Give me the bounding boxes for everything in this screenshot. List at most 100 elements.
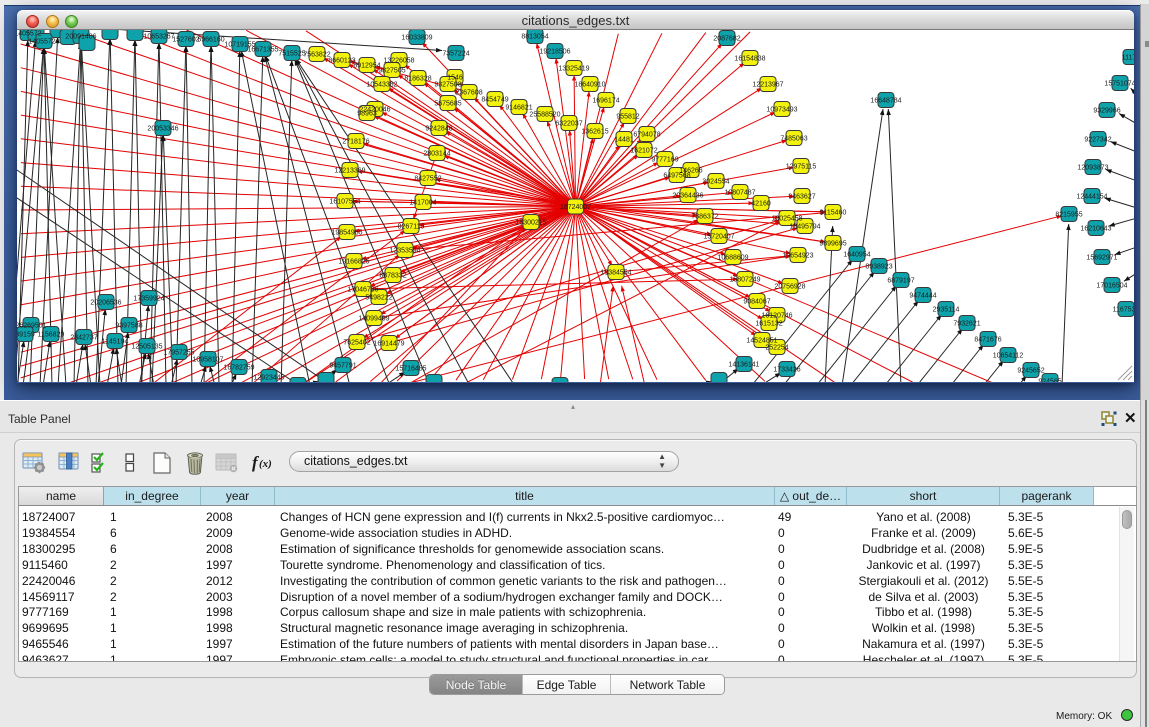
svg-text:2367608: 2367608 [455,90,482,97]
svg-text:25588520: 25588520 [529,112,560,119]
svg-text:18724007: 18724007 [560,204,591,211]
svg-text:2718176: 2718176 [342,139,369,146]
svg-text:9329966: 9329966 [1093,108,1120,115]
svg-text:5498222: 5498222 [365,295,392,302]
svg-text:8215955: 8215955 [1055,212,1082,219]
svg-text:7932621: 7932621 [953,321,980,328]
svg-text:8471676: 8471676 [974,337,1001,344]
svg-text:3024554: 3024554 [702,179,729,186]
svg-text:14524851: 14524851 [746,338,777,345]
svg-text:16671355: 16671355 [247,47,278,54]
svg-text:20364436: 20364436 [672,193,703,200]
svg-text:20206536: 20206536 [90,300,121,307]
svg-text:9115460: 9115460 [820,210,847,217]
svg-text:6966160: 6966160 [197,37,224,44]
svg-text:12505135: 12505135 [131,344,162,351]
svg-text:16107554: 16107554 [329,199,360,206]
svg-text:12353594: 12353594 [389,248,420,255]
svg-text:10807487: 10807487 [724,190,755,197]
svg-text:15751074: 15751074 [1104,81,1134,88]
svg-text:1615132: 1615132 [755,321,782,328]
svg-text:2803144: 2803144 [423,151,450,158]
svg-text:16914479: 16914479 [373,341,404,348]
svg-text:18495794: 18495794 [789,224,820,231]
svg-text:14099469: 14099469 [358,316,389,323]
svg-text:7515525: 7515525 [278,51,305,58]
svg-text:1405572: 1405572 [17,31,42,38]
svg-text:252254: 252254 [765,345,788,352]
svg-text:8186328: 8186328 [404,76,431,83]
svg-text:14055724: 14055724 [28,39,59,46]
svg-text:19218506: 19218506 [539,49,570,56]
svg-text:9227342: 9227342 [1084,137,1111,144]
svg-text:9827505: 9827505 [378,68,405,75]
svg-text:19654923: 19654923 [782,253,813,260]
svg-text:12093873: 12093873 [1077,165,1108,172]
svg-text:10958107: 10958107 [192,357,223,364]
svg-text:9242848: 9242848 [425,126,452,133]
svg-text:13226058: 13226058 [383,58,414,65]
svg-text:9777169: 9777169 [651,157,678,164]
svg-text:17016504: 17016504 [1096,283,1127,290]
svg-text:8813054: 8813054 [521,34,548,41]
svg-text:1417004: 1417004 [409,200,436,207]
svg-text:1733426: 1733426 [773,367,800,374]
svg-text:16782759: 16782759 [223,365,254,372]
svg-text:(x): (x) [259,458,272,470]
svg-text:19854985: 19854985 [331,230,362,237]
svg-text:17957255: 17957255 [163,350,194,357]
svg-text:8454749: 8454749 [481,97,508,104]
svg-text:7357224: 7357224 [442,51,469,58]
svg-text:10653267: 10653267 [143,34,174,41]
svg-text:8912954: 8912954 [353,63,380,70]
svg-text:19384554: 19384554 [600,270,631,277]
svg-text:15300215: 15300215 [515,220,546,227]
svg-text:1527602: 1527602 [172,37,199,44]
svg-text:10654112: 10654112 [993,353,1024,360]
svg-text:7563822: 7563822 [303,52,330,59]
svg-text:10025458: 10025458 [771,216,802,223]
svg-text:16210643: 16210643 [1080,226,1111,233]
svg-text:15716485: 15716485 [395,366,426,373]
svg-text:9899695: 9899695 [819,241,846,248]
svg-text:12444154: 12444154 [1076,194,1107,201]
svg-text:9245652: 9245652 [1017,368,1044,375]
svg-text:42160: 42160 [751,201,771,208]
svg-text:11171: 11171 [1122,55,1134,62]
svg-text:98963: 98963 [357,111,377,118]
svg-text:8267110: 8267110 [398,224,425,231]
svg-text:1362615: 1362615 [581,129,608,136]
svg-text:5675685: 5675685 [434,101,461,108]
svg-text:9463627: 9463627 [788,194,815,201]
svg-text:9146821: 9146821 [505,105,532,112]
svg-text:1640954: 1640954 [843,252,870,259]
svg-text:19166825: 19166825 [338,259,369,266]
svg-text:12213967: 12213967 [752,82,783,89]
svg-text:9084067: 9084067 [743,299,770,306]
svg-text:16120746: 16120746 [761,313,792,320]
svg-text:26269501: 26269501 [17,323,47,330]
svg-text:8878332: 8878332 [379,273,406,280]
svg-text:955812: 955812 [616,114,639,121]
svg-text:20053346: 20053346 [147,126,178,133]
svg-text:15807249: 15807249 [729,277,760,284]
svg-text:6879197: 6879197 [887,278,914,285]
svg-text:7625402: 7625402 [343,340,370,347]
svg-text:2342737: 2342737 [70,335,97,342]
svg-text:16033809: 16033809 [401,35,432,42]
svg-text:6794078: 6794078 [633,132,660,139]
svg-text:16648784: 16648784 [870,98,901,105]
svg-text:12923445: 12923445 [253,375,284,382]
svg-text:2935114: 2935114 [933,307,960,314]
svg-text:7485063: 7485063 [780,136,807,143]
svg-text:1156829: 1156829 [38,332,65,339]
svg-text:7386372: 7386372 [691,214,718,221]
svg-text:1546: 1546 [447,75,463,82]
svg-text:17359924: 17359924 [133,296,164,303]
svg-text:14481: 14481 [614,137,634,144]
svg-text:15720407: 15720407 [703,234,734,241]
svg-text:924565: 924565 [1038,379,1061,383]
svg-text:9397588: 9397588 [115,323,142,330]
svg-text:2087682: 2087682 [713,36,740,43]
svg-text:39159: 39159 [17,332,35,339]
